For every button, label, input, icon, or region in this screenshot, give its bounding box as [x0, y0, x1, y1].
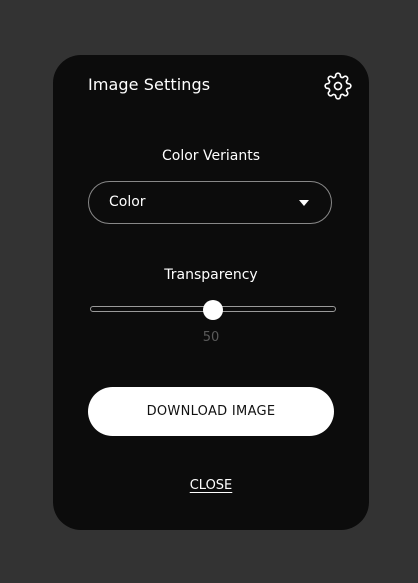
slider-thumb[interactable] [203, 300, 223, 320]
image-settings-card: Image Settings Color Veriants Color Tran… [53, 55, 369, 530]
gear-icon[interactable] [324, 72, 352, 100]
close-link[interactable]: CLOSE [53, 478, 369, 493]
color-variant-select[interactable]: Color [88, 181, 332, 224]
download-image-button[interactable]: DOWNLOAD IMAGE [88, 387, 334, 436]
transparency-label: Transparency [164, 267, 258, 283]
card-title: Image Settings [88, 75, 211, 94]
transparency-value: 50 [202, 330, 220, 345]
caret-down-icon [299, 200, 309, 206]
color-variant-selected-value: Color [109, 194, 146, 210]
color-variants-label: Color Veriants [162, 148, 260, 164]
transparency-slider[interactable] [90, 300, 336, 320]
